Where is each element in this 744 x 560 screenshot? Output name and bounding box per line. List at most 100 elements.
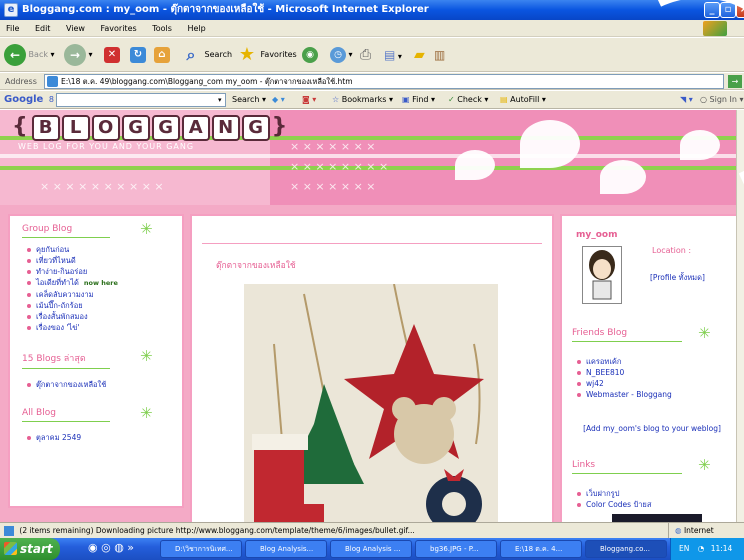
butterfly-icon: [680, 130, 720, 160]
status-bar: (2 items remaining) Downloading picture …: [0, 522, 744, 538]
autofill-icon: ▤: [500, 95, 508, 104]
recent-blogs-heading: 15 Blogs ล่าสุด ✳: [22, 347, 182, 369]
quicklaunch-icons[interactable]: ◉ ◎ ◍ »: [88, 541, 134, 554]
x-pattern: × × × × × × ×: [290, 140, 376, 153]
post-title: ตุ๊กตาจากของเหลือใช้: [216, 261, 296, 271]
task-folder-d[interactable]: D:\วิชาการนิเทศ...: [160, 540, 242, 558]
print-button[interactable]: ⎙: [360, 43, 371, 67]
list-item[interactable]: N_BEE810: [577, 367, 672, 378]
right-sidebar: my_oom Location : [Profile ทั้งหมด] Frie…: [560, 214, 738, 522]
menu-file[interactable]: File: [6, 24, 19, 33]
google-logo: Google: [4, 94, 44, 105]
bloggang-logo[interactable]: {B L O G G A N G}: [12, 114, 291, 141]
window-title-bar[interactable]: e Bloggang.com : my_oom - ตุ๊กตาจากของเห…: [0, 0, 744, 20]
sparkle-icon: ✳: [698, 324, 711, 342]
menu-edit[interactable]: Edit: [35, 24, 51, 33]
link-banner-image[interactable]: [612, 514, 702, 522]
archive-list: ตุลาคม 2549: [27, 432, 182, 443]
autofill-button[interactable]: ▤ AutoFill ▾: [500, 91, 546, 109]
check-button[interactable]: ✓ Check ▾: [448, 91, 488, 109]
list-item[interactable]: ตุ๊กตาจากของเหลือใช้: [27, 379, 182, 390]
list-item[interactable]: แครอทเค้ก: [577, 356, 672, 367]
google-search-button[interactable]: Search ▾: [232, 91, 266, 109]
go-button[interactable]: →: [728, 75, 742, 88]
search-button[interactable]: ⌕ Search: [180, 43, 233, 67]
google-search-dropdown[interactable]: ▾: [218, 91, 222, 109]
profile-link[interactable]: [Profile ทั้งหมด]: [650, 272, 705, 284]
favorites-button[interactable]: ★ Favorites: [236, 43, 297, 67]
google-toolbar: Google 8 ▾ ▾ Search ▾ ◆ ▾ ◙ ▾ ☆ Bookmark…: [0, 91, 744, 109]
close-button[interactable]: ×: [736, 2, 744, 18]
list-item[interactable]: เม้นปึ๊ก-ถักร้อย: [27, 300, 182, 311]
address-input[interactable]: E:\18 ต.ค. 49\bloggang.com\Bloggang_com …: [44, 74, 724, 89]
list-item[interactable]: เรื่องสั้นพักสมอง: [27, 311, 182, 322]
taskbar: start ◉ ◎ ◍ » D:\วิชาการนิเทศ... Blog An…: [0, 538, 744, 560]
history-icon: ◷: [330, 46, 346, 63]
vertical-scrollbar[interactable]: [736, 110, 744, 522]
minimize-button[interactable]: _: [704, 2, 720, 18]
post-photo: [244, 284, 498, 522]
task-bloggang-ie[interactable]: Bloggang.co...: [585, 540, 667, 558]
banner-white-stripe: [0, 154, 744, 158]
edit-button[interactable]: ▤ ▾: [384, 43, 402, 67]
home-button[interactable]: ⌂: [154, 43, 170, 67]
standard-toolbar: ← Back ▾ → ▾ ✕ ↻ ⌂ ⌕ Search ★ Favorites …: [0, 38, 744, 72]
start-button[interactable]: start: [0, 538, 60, 560]
task-bg36-jpg[interactable]: bg36.JPG - P...: [415, 540, 497, 558]
system-tray: EN ◔ 11:14: [670, 538, 744, 560]
links-heading: Links ✳: [572, 456, 711, 474]
recent-blogs-list: ตุ๊กตาจากของเหลือใช้: [27, 379, 182, 390]
history-button[interactable]: ◷ ▾: [330, 43, 353, 67]
bookmarks-button[interactable]: ☆ Bookmarks ▾: [332, 91, 393, 109]
list-item[interactable]: เที่ยวที่ไหนดี: [27, 255, 182, 266]
refresh-button[interactable]: ↻: [130, 43, 146, 67]
home-icon: ⌂: [154, 46, 170, 63]
menu-view[interactable]: View: [66, 24, 85, 33]
task-blog-analysis-1[interactable]: Blog Analysis...: [245, 540, 327, 558]
refresh-icon: ↻: [130, 46, 146, 63]
list-item[interactable]: Color Codes ป้ายส: [576, 499, 651, 510]
google-options-icon[interactable]: ◆ ▾: [272, 91, 285, 109]
folder-button[interactable]: ▰: [414, 43, 425, 67]
tray-icon[interactable]: ◔: [698, 544, 705, 553]
forward-button[interactable]: → ▾: [64, 43, 93, 67]
books-icon: ▥: [434, 48, 446, 62]
menu-tools[interactable]: Tools: [152, 24, 172, 33]
list-item[interactable]: ทำง่าย-กินอร่อย: [27, 266, 182, 277]
now-here-badge: now here: [83, 279, 118, 287]
find-button[interactable]: ▣ Find ▾: [402, 91, 435, 109]
language-indicator[interactable]: EN: [679, 544, 689, 553]
pagerank-icon[interactable]: ◙ ▾: [302, 91, 316, 109]
list-item[interactable]: เคล็ดลับความงาม: [27, 289, 182, 300]
google-search-input[interactable]: [56, 93, 226, 107]
research-button[interactable]: ▥: [434, 43, 445, 67]
list-item[interactable]: Webmaster - Bloggang: [577, 389, 672, 400]
friends-list: แครอทเค้ก N_BEE810 wj42 Webmaster - Blog…: [577, 356, 672, 400]
list-item[interactable]: ไอเดียที่ทำได้ now here: [27, 277, 182, 289]
friends-blog-heading: Friends Blog ✳: [572, 324, 711, 342]
x-pattern: × × × × × × × ×: [290, 160, 389, 173]
stop-button[interactable]: ✕: [104, 43, 120, 67]
find-icon: ▣: [402, 95, 410, 104]
list-item[interactable]: wj42: [577, 378, 672, 389]
x-pattern: × × × × × × × × × ×: [40, 180, 164, 193]
google-settings-icon[interactable]: ◥ ▾: [680, 91, 693, 109]
sign-in-button[interactable]: ○ Sign In ▾: [700, 91, 744, 109]
left-sidebar: Group Blog ✳ คุยกันก่อน เที่ยวที่ไหนดี ท…: [8, 214, 184, 508]
back-button[interactable]: ← Back ▾: [4, 43, 55, 67]
menu-bar: File Edit View Favorites Tools Help: [0, 20, 744, 37]
list-item[interactable]: ตุลาคม 2549: [27, 432, 182, 443]
add-blog-link[interactable]: [Add my_oom's blog to your weblog]: [582, 424, 722, 434]
main-column: ตุ๊กตาจากของเหลือใช้: [190, 214, 554, 522]
task-folder-e[interactable]: E:\18 ต.ค. 4...: [500, 540, 582, 558]
maximize-button[interactable]: ▫: [720, 2, 736, 18]
list-item[interactable]: คุยกันก่อน: [27, 244, 182, 255]
list-item[interactable]: เว็บฝากรูป: [576, 488, 651, 499]
task-blog-analysis-2[interactable]: Blog Analysis ...: [330, 540, 412, 558]
avatar-cartoon: [589, 250, 615, 300]
menu-help[interactable]: Help: [187, 24, 205, 33]
avatar: [582, 246, 622, 304]
media-button[interactable]: ◉: [302, 43, 318, 67]
list-item[interactable]: เรื่องของ 'ไข่': [27, 322, 182, 333]
menu-favorites[interactable]: Favorites: [101, 24, 137, 33]
